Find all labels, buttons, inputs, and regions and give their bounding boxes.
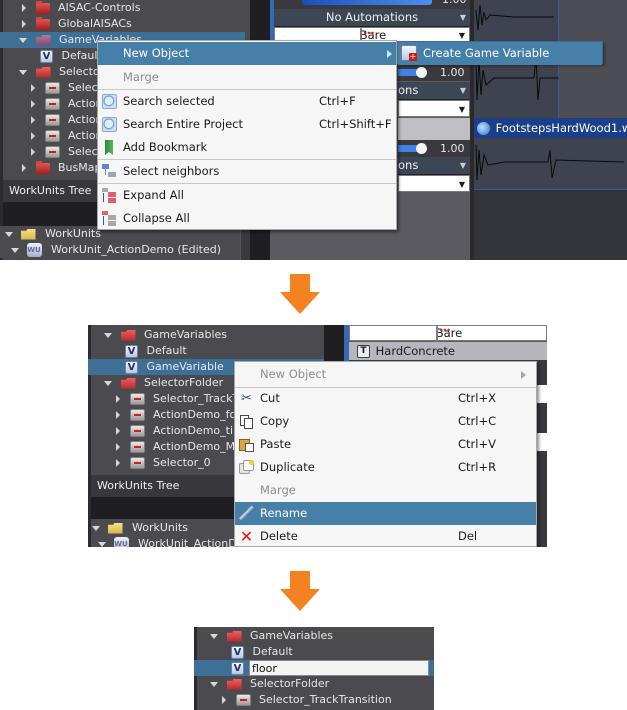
selector-icon: [44, 82, 60, 94]
game-variable-icon: V: [231, 661, 244, 675]
context-menu: New Object ✂ Cut Ctrl+X Copy Ctrl+C Past…: [234, 361, 537, 547]
volume-slider-row[interactable]: 1.00: [274, 0, 470, 9]
bookmark-icon: [105, 140, 113, 155]
menu-item-search-selected[interactable]: Search selected Ctrl+F: [98, 90, 396, 113]
workunit-icon: WU: [26, 243, 42, 257]
folder-open-icon: [226, 678, 242, 690]
menu-item-new-object[interactable]: New Object: [98, 42, 396, 65]
delete-icon: ✕: [239, 527, 254, 546]
tree-item-selectorfolder[interactable]: SelectorFolder: [194, 676, 434, 692]
step2-screenshot: GameVariables V Default V GameVariable S…: [88, 325, 547, 547]
selector-icon: [44, 146, 60, 158]
menu-item-expand-all[interactable]: Expand All: [98, 184, 396, 207]
submenu: + Create Game Variable: [397, 41, 603, 65]
scrollbar[interactable]: [240, 226, 250, 260]
selector-icon: [129, 441, 145, 453]
game-variable-icon: V: [231, 645, 244, 659]
tree-item-globalaisacs[interactable]: GlobalAISACs: [0, 16, 245, 32]
menu-item-collapse-all[interactable]: Collapse All: [98, 207, 396, 230]
automation-dropdown[interactable]: ons ▼: [398, 82, 470, 100]
folder-open-icon: [35, 34, 51, 46]
tree-item-gamevariables[interactable]: GameVariables: [88, 327, 324, 343]
tree-item-default[interactable]: V Default: [194, 644, 434, 660]
create-game-variable-icon: +: [401, 45, 417, 61]
menu-item-rename[interactable]: Rename: [235, 502, 536, 525]
menu-item-search-entire-project[interactable]: Search Entire Project Ctrl+Shift+F: [98, 113, 396, 136]
menu-item-paste[interactable]: Paste Ctrl+V: [235, 433, 536, 456]
automation-dropdown[interactable]: No Automations ▼: [274, 9, 470, 27]
context-menu: New Object Marge Search selected Ctrl+F …: [97, 40, 397, 230]
arrow-down-icon: [280, 274, 320, 316]
chevron-down-icon: ▼: [459, 86, 466, 95]
folder-open-icon: [226, 630, 242, 642]
mode-dropdown[interactable]: ▼: [398, 100, 470, 117]
selector-icon: [129, 457, 145, 469]
folder-icon: [35, 16, 50, 30]
duplicate-icon: [239, 460, 254, 475]
folder-icon: [20, 228, 36, 240]
menu-item-select-neighbors[interactable]: Select neighbors: [98, 160, 396, 183]
menu-item-add-bookmark[interactable]: Add Bookmark: [98, 136, 396, 159]
waveform: [475, 4, 625, 181]
search-icon: [102, 117, 117, 132]
menu-item-create-game-variable[interactable]: + Create Game Variable: [398, 42, 602, 65]
expand-all-icon: [102, 188, 117, 203]
tree-item-aisac-controls[interactable]: AISAC-Controls: [0, 0, 245, 16]
search-icon: [102, 94, 117, 109]
game-variable-icon: V: [125, 360, 138, 374]
submenu-arrow-icon: [387, 50, 392, 58]
menu-item-marge: Marge: [123, 70, 159, 84]
submenu-arrow-icon: [521, 371, 526, 379]
selector-icon: [44, 98, 60, 110]
selector-icon: [44, 130, 60, 142]
game-variable-icon: V: [125, 344, 138, 358]
selector-icon: [44, 114, 60, 126]
chevron-down-icon: ▼: [458, 180, 465, 189]
folder-icon: [35, 160, 50, 174]
cut-icon: ✂: [241, 391, 252, 406]
folder-open-icon: [120, 329, 136, 341]
mode-dropdown[interactable]: ▼: [398, 175, 470, 192]
pencil-icon: [239, 505, 254, 521]
game-variable-icon: V: [40, 49, 53, 63]
menu-item-new-object: New Object: [235, 363, 536, 386]
arrow-down-icon: [280, 571, 320, 613]
workunit-icon: WU: [113, 537, 129, 547]
tree-item-selector[interactable]: Selector_TrackTransition: [194, 692, 434, 708]
selector-icon: [129, 425, 145, 437]
step3-screenshot: GameVariables V Default V SelectorFolder…: [194, 627, 434, 710]
menu-item-copy[interactable]: Copy Ctrl+C: [235, 410, 536, 433]
chevron-down-icon: ▼: [458, 105, 465, 114]
chevron-down-icon: ▼: [459, 13, 466, 22]
rename-input[interactable]: [249, 660, 429, 676]
selector-icon: [235, 694, 251, 706]
automation-dropdown[interactable]: ons ▼: [398, 157, 470, 175]
selector-icon: [129, 409, 145, 421]
menu-item-marge: Marge: [260, 483, 296, 497]
step1-screenshot: AISAC-Controls GlobalAISACs GameVariable…: [0, 0, 627, 260]
tree-item-default[interactable]: V Default: [88, 343, 324, 359]
folder-icon: [35, 0, 50, 14]
mode-dropdown[interactable]: Bare: [349, 325, 547, 342]
copy-icon: [239, 414, 254, 429]
workunit-item[interactable]: WU WorkUnit_ActionDemo (Edited): [0, 242, 245, 258]
menu-item-duplicate[interactable]: Duplicate Ctrl+R: [235, 456, 536, 479]
tree-item-gamevariables[interactable]: GameVariables: [194, 628, 434, 644]
chevron-down-icon: ▼: [459, 161, 466, 170]
mode-icon: [435, 326, 438, 342]
volume-slider-row[interactable]: 1.00: [398, 64, 470, 81]
selector-icon: [129, 393, 145, 405]
folder-open-icon: [35, 66, 51, 78]
select-neighbors-icon: [102, 164, 117, 179]
menu-item-delete[interactable]: ✕ Delete Del: [235, 525, 536, 547]
volume-slider-row[interactable]: 1.00: [398, 140, 470, 157]
folder-icon: [107, 522, 123, 534]
track-header-hardconcrete[interactable]: T HardConcrete: [349, 342, 547, 360]
paste-icon: [239, 437, 254, 452]
collapse-all-icon: [102, 211, 117, 226]
folder-open-icon: [120, 377, 136, 389]
track-icon: T: [357, 345, 370, 358]
menu-item-cut[interactable]: ✂ Cut Ctrl+X: [235, 387, 536, 410]
